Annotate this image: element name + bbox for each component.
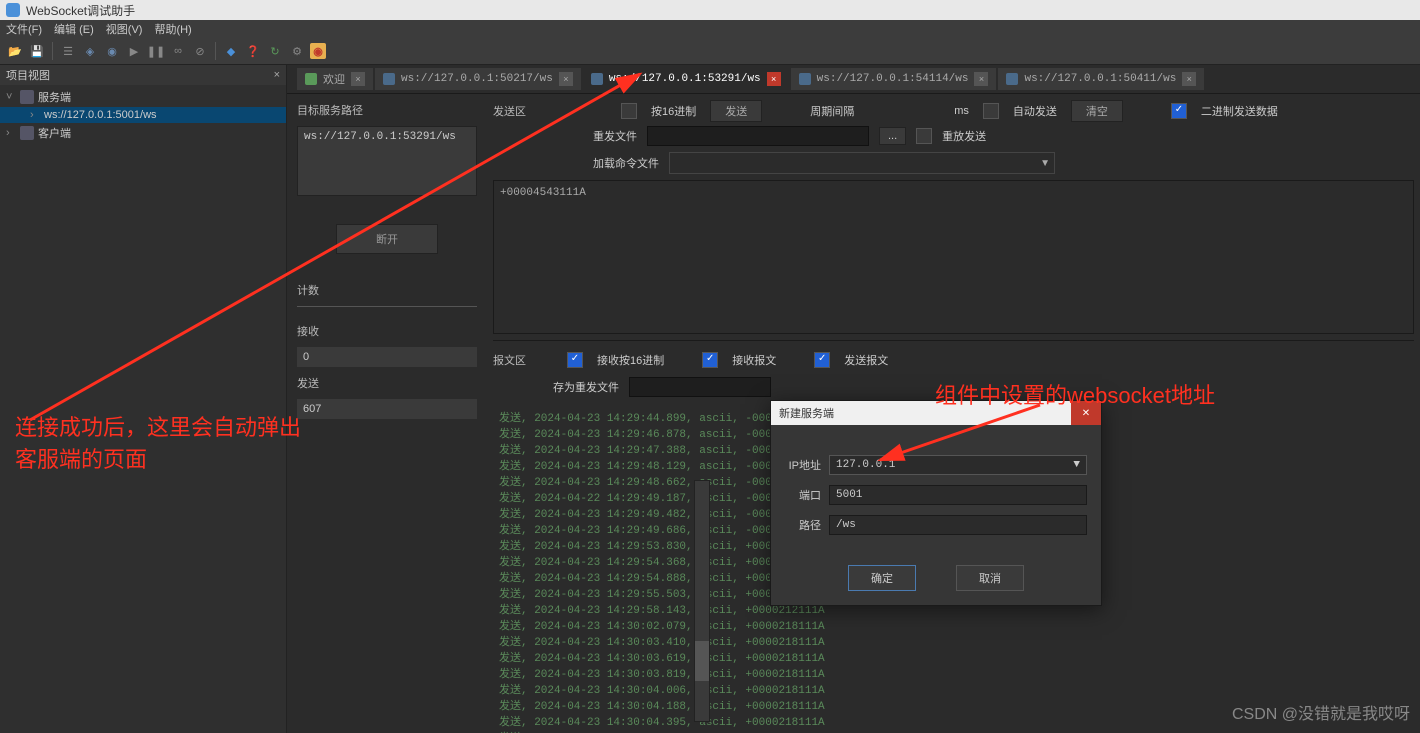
new-client-icon[interactable]: ◉	[103, 42, 121, 60]
client-node[interactable]: › 客户端	[0, 123, 286, 143]
disconnect-button[interactable]: 断开	[336, 224, 438, 254]
send-textarea[interactable]: +00004543111A	[493, 180, 1414, 334]
app-title: WebSocket调试助手	[26, 2, 135, 19]
tab-welcome[interactable]: 欢迎 ×	[297, 68, 373, 90]
auto-send-checkbox[interactable]	[983, 103, 999, 119]
open-icon[interactable]: 📂	[6, 42, 24, 60]
tab-ws3[interactable]: ws://127.0.0.1:54114/ws ×	[791, 68, 997, 90]
config-panel: 目标服务路径 ws://127.0.0.1:53291/ws 断开 计数 接收 …	[287, 94, 487, 733]
recv-area-label: 报文区	[493, 352, 553, 368]
path-input[interactable]	[829, 515, 1087, 535]
collapse-icon[interactable]: ›	[6, 127, 16, 139]
expand-icon[interactable]: ˅	[6, 91, 16, 103]
stop-icon[interactable]: ◉	[310, 43, 326, 59]
save-icon[interactable]: 💾	[28, 42, 46, 60]
ws-icon	[383, 73, 395, 85]
link-icon[interactable]: ∞	[169, 42, 187, 60]
recv-msg-checkbox[interactable]	[702, 352, 718, 368]
toolbar: 📂 💾 ☰ ◈ ◉ ▶ ❚❚ ∞ ⊘ ◆ ❓ ↻ ⚙ ◉	[0, 38, 1420, 65]
chevron-down-icon: ▼	[1073, 459, 1080, 471]
help-icon[interactable]: ❓	[244, 42, 262, 60]
send-label: 发送	[297, 375, 477, 391]
tab-ws4[interactable]: ws://127.0.0.1:50411/ws ×	[998, 68, 1204, 90]
hex-checkbox[interactable]	[621, 103, 637, 119]
send-button[interactable]: 发送	[710, 100, 762, 122]
tab-close-icon[interactable]: ×	[559, 72, 573, 86]
scrollbar[interactable]	[694, 480, 710, 722]
menu-edit[interactable]: 编辑 (E)	[54, 21, 94, 37]
server-item[interactable]: › ws://127.0.0.1:5001/ws	[0, 107, 286, 123]
send-msg-checkbox[interactable]	[814, 352, 830, 368]
menu-view[interactable]: 视图(V)	[106, 21, 143, 37]
settings-icon[interactable]: ⚙	[288, 42, 306, 60]
unlink-icon[interactable]: ⊘	[191, 42, 209, 60]
send-counter: 607	[297, 399, 477, 419]
ok-button[interactable]: 确定	[848, 565, 916, 591]
project-sidebar: 项目视图 × ˅ 服务端 › ws://127.0.0.1:5001/ws › …	[0, 65, 287, 733]
tab-ws2[interactable]: ws://127.0.0.1:53291/ws ×	[583, 68, 789, 90]
tab-close-icon[interactable]: ×	[1182, 72, 1196, 86]
refresh-icon[interactable]: ↻	[266, 42, 284, 60]
ws-icon	[1006, 73, 1018, 85]
tab-ws1[interactable]: ws://127.0.0.1:50217/ws ×	[375, 68, 581, 90]
sidebar-title: 项目视图	[6, 67, 50, 83]
home-icon	[305, 73, 317, 85]
folder-icon	[20, 126, 34, 140]
recv-label: 接收	[297, 323, 477, 339]
tab-close-icon[interactable]: ×	[767, 72, 781, 86]
dialog-title: 新建服务端	[779, 405, 834, 421]
menu-bar: 文件(F) 编辑 (E) 视图(V) 帮助(H)	[0, 20, 1420, 38]
cancel-button[interactable]: 取消	[956, 565, 1024, 591]
watermark: CSDN @没错就是我哎呀	[1232, 700, 1410, 724]
pause-icon[interactable]: ❚❚	[147, 42, 165, 60]
project-tree: ˅ 服务端 › ws://127.0.0.1:5001/ws › 客户端	[0, 85, 286, 145]
book-icon[interactable]: ◆	[222, 42, 240, 60]
recv-hex-checkbox[interactable]	[567, 352, 583, 368]
target-input[interactable]: ws://127.0.0.1:53291/ws	[297, 126, 477, 196]
tab-close-icon[interactable]: ×	[974, 72, 988, 86]
chevron-down-icon: ▼	[1040, 158, 1050, 169]
ip-combo[interactable]: 127.0.0.1▼	[829, 455, 1087, 475]
recv-counter: 0	[297, 347, 477, 367]
ws-icon	[799, 73, 811, 85]
menu-file[interactable]: 文件(F)	[6, 21, 42, 37]
menu-help[interactable]: 帮助(H)	[154, 21, 191, 37]
dialog-close-button[interactable]: ✕	[1071, 401, 1101, 425]
period-input[interactable]	[868, 102, 940, 121]
replay-file-input[interactable]	[647, 126, 869, 146]
ws-icon	[591, 73, 603, 85]
port-input[interactable]	[829, 485, 1087, 505]
counter-label: 计数	[297, 282, 477, 298]
new-server-dialog: 新建服务端 ✕ IP地址 127.0.0.1▼ 端口 路径 确定 取消	[770, 400, 1102, 606]
list-icon[interactable]: ☰	[59, 42, 77, 60]
folder-icon	[20, 90, 34, 104]
app-icon	[6, 3, 20, 17]
cmd-dropdown[interactable]: ▼	[669, 152, 1055, 174]
replay-checkbox[interactable]	[916, 128, 932, 144]
send-area-label: 发送区	[493, 103, 553, 119]
browse-button[interactable]: ...	[879, 127, 906, 145]
new-server-icon[interactable]: ◈	[81, 42, 99, 60]
target-label: 目标服务路径	[297, 102, 477, 118]
title-bar: WebSocket调试助手	[0, 0, 1420, 20]
tab-close-icon[interactable]: ×	[351, 72, 365, 86]
sidebar-close-icon[interactable]: ×	[274, 69, 280, 81]
server-node[interactable]: ˅ 服务端	[0, 87, 286, 107]
tab-bar: 欢迎 × ws://127.0.0.1:50217/ws × ws://127.…	[287, 65, 1420, 94]
play-icon[interactable]: ▶	[125, 42, 143, 60]
clear-button[interactable]: 清空	[1071, 100, 1123, 122]
save-file-input[interactable]	[629, 377, 771, 397]
binary-checkbox[interactable]	[1171, 103, 1187, 119]
